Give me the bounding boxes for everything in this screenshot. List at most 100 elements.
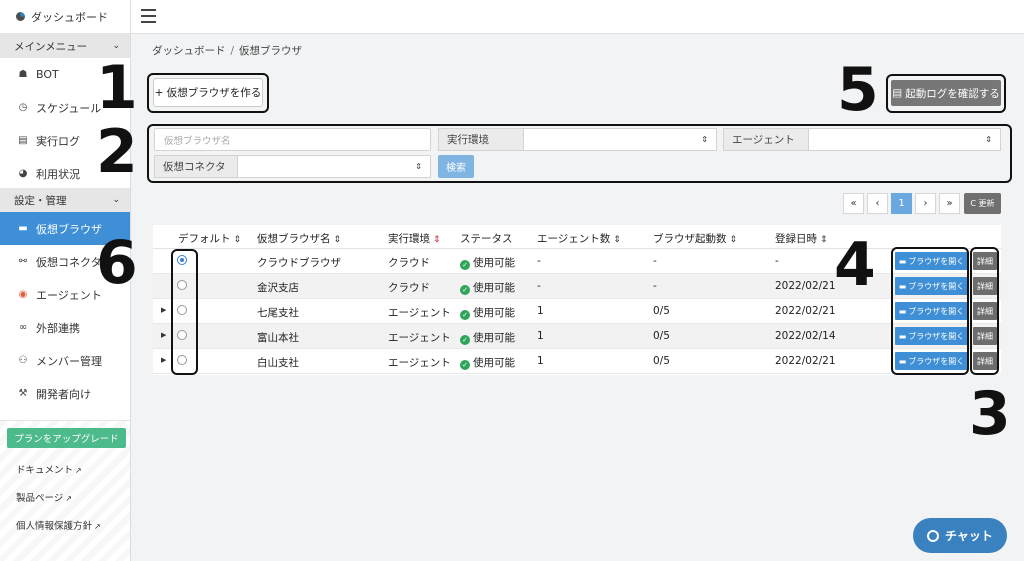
col-launches[interactable]: ブラウザ起動数 ⇕ <box>653 231 737 246</box>
chat-bubble-icon <box>927 529 940 542</box>
open-browser-button[interactable]: ▬ ブラウザを開く <box>895 327 968 345</box>
row-agents: 1 <box>537 330 544 342</box>
table-row: ▶ 白山支社 エージェント ✓ 使用可能 1 0/5 2022/02/21 ▬ ブラ… <box>153 349 1001 374</box>
col-name[interactable]: 仮想ブラウザ名 ⇕ <box>257 231 341 246</box>
col-date[interactable]: 登録日時 ⇕ <box>775 231 828 246</box>
search-button[interactable]: 検索 <box>438 155 474 178</box>
default-radio[interactable] <box>177 355 187 365</box>
sort-icon: ⇕ <box>433 235 441 245</box>
next-page-button[interactable]: › <box>915 193 936 214</box>
settings-header[interactable]: 設定・管理 ⌄ <box>0 188 130 212</box>
col-status-label: ステータス <box>460 233 513 245</box>
refresh-button[interactable]: C 更新 <box>964 193 1001 214</box>
open-browser-label: ブラウザを開く <box>908 306 965 316</box>
default-radio[interactable] <box>177 330 187 340</box>
row-launches: - <box>653 280 657 292</box>
col-default-label: デフォルト <box>178 233 231 245</box>
create-virtual-browser-button[interactable]: + 仮想ブラウザを作る <box>153 78 263 107</box>
row-date: 2022/02/14 <box>775 330 836 342</box>
detail-button[interactable]: 詳細 <box>973 252 997 270</box>
last-page-button[interactable]: » <box>939 193 960 214</box>
sidebar-item-members[interactable]: ⚇ メンバー管理 <box>0 344 130 377</box>
robot-icon: ☗ <box>18 69 28 80</box>
sidebar-footer: プランをアップグレード ドキュメント ↗ 製品ページ ↗ 個人情報保護方針 ↗ <box>0 420 130 561</box>
default-radio[interactable] <box>177 305 187 315</box>
select-arrows-icon: ⇕ <box>415 162 422 171</box>
row-launches: 0/5 <box>653 330 670 342</box>
open-browser-button[interactable]: ▬ ブラウザを開く <box>895 277 968 295</box>
sidebar-item-label: 開発者向け <box>36 387 91 401</box>
col-env[interactable]: 実行環境 ⇕ <box>388 231 441 246</box>
privacy-policy-link[interactable]: 個人情報保護方針 ↗ <box>16 518 101 532</box>
col-launches-label: ブラウザ起動数 <box>653 233 727 245</box>
page-1-button[interactable]: 1 <box>891 193 912 214</box>
env-label: 実行環境 <box>438 128 524 151</box>
col-status: ステータス <box>460 231 513 246</box>
menu-toggle-icon[interactable] <box>141 9 156 23</box>
users-icon: ⚇ <box>18 355 28 366</box>
connector-select[interactable]: ⇕ <box>237 155 431 178</box>
col-agents[interactable]: エージェント数 ⇕ <box>537 231 621 246</box>
default-radio[interactable] <box>177 280 187 290</box>
row-env: エージェント <box>388 332 451 344</box>
sidebar-item-label: 外部連携 <box>36 321 80 335</box>
row-launches: 0/5 <box>653 355 670 367</box>
detail-button[interactable]: 詳細 <box>973 302 997 320</box>
open-browser-label: ブラウザを開く <box>908 256 965 266</box>
row-status: ✓ 使用可能 <box>460 330 515 345</box>
expand-caret-icon[interactable]: ▶ <box>161 331 166 339</box>
sidebar-item-label: 実行ログ <box>36 134 80 148</box>
browser-name-input[interactable]: 仮想ブラウザ名 <box>154 128 431 151</box>
detail-button[interactable]: 詳細 <box>973 327 997 345</box>
check-circle-icon: ✓ <box>460 335 470 345</box>
default-radio[interactable] <box>177 255 187 265</box>
env-select[interactable]: ⇕ <box>523 128 717 151</box>
detail-button[interactable]: 詳細 <box>973 277 997 295</box>
sidebar-item-label: スケジュール <box>36 101 102 115</box>
row-agents: - <box>537 280 541 292</box>
check-circle-icon: ✓ <box>460 310 470 320</box>
product-page-link[interactable]: 製品ページ ↗ <box>16 490 72 504</box>
row-agents: 1 <box>537 305 544 317</box>
prev-page-button[interactable]: ‹ <box>867 193 888 214</box>
sidebar-item-developers[interactable]: ⚒ 開発者向け <box>0 377 130 410</box>
browser-icon: ▬ <box>898 331 907 341</box>
row-status-label: 使用可能 <box>473 332 515 344</box>
open-browser-button[interactable]: ▬ ブラウザを開く <box>895 352 968 370</box>
table-row: ▶ 七尾支社 エージェント ✓ 使用可能 1 0/5 2022/02/21 ▬ ブラ… <box>153 299 1001 324</box>
sort-icon: ⇕ <box>613 235 621 245</box>
breadcrumb-home[interactable]: ダッシュボード <box>152 45 226 57</box>
dashboard-link[interactable]: ダッシュボード <box>0 0 130 34</box>
pie-chart-icon: ◕ <box>18 168 28 179</box>
annotation-number-2: 2 <box>96 117 138 187</box>
col-agents-label: エージェント数 <box>537 233 611 245</box>
row-env: エージェント <box>388 307 451 319</box>
first-page-button[interactable]: « <box>843 193 864 214</box>
agent-select[interactable]: ⇕ <box>808 128 1001 151</box>
expand-caret-icon[interactable]: ▶ <box>161 356 166 364</box>
detail-button[interactable]: 詳細 <box>973 352 997 370</box>
sidebar-item-label: 仮想コネクタ <box>36 255 102 269</box>
row-status: ✓ 使用可能 <box>460 305 515 320</box>
open-browser-button[interactable]: ▬ ブラウザを開く <box>895 252 968 270</box>
docs-link[interactable]: ドキュメント ↗ <box>16 462 82 476</box>
sidebar-item-integrations[interactable]: ∞ 外部連携 <box>0 311 130 344</box>
row-agents: - <box>537 255 541 267</box>
table-row: ▶ 富山本社 エージェント ✓ 使用可能 1 0/5 2022/02/14 ▬ ブラ… <box>153 324 1001 349</box>
expand-caret-icon[interactable]: ▶ <box>161 306 166 314</box>
main-menu-title: メインメニュー <box>14 40 88 53</box>
check-launch-log-button[interactable]: ▤ 起動ログを確認する <box>891 80 1001 106</box>
annotation-number-5: 5 <box>837 55 879 125</box>
row-date: 2022/02/21 <box>775 305 836 317</box>
clock-icon: ◷ <box>18 102 28 113</box>
col-default[interactable]: デフォルト ⇕ <box>178 231 241 246</box>
browser-icon: ▬ <box>18 223 28 234</box>
open-browser-button[interactable]: ▬ ブラウザを開く <box>895 302 968 320</box>
browser-icon: ▬ <box>898 356 907 366</box>
sidebar-item-label: BOT <box>36 68 59 81</box>
connector-icon: ⚯ <box>18 256 28 267</box>
row-env: クラウド <box>388 257 430 269</box>
chat-button[interactable]: チャット <box>913 518 1007 553</box>
breadcrumb-current: 仮想ブラウザ <box>239 45 303 57</box>
upgrade-plan-button[interactable]: プランをアップグレード <box>7 428 126 448</box>
